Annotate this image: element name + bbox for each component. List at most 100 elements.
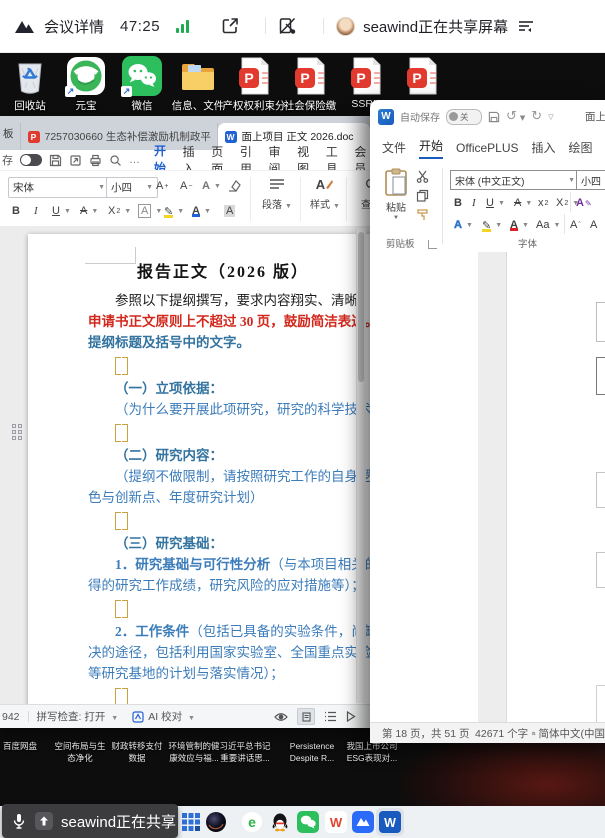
char-shading-icon[interactable]: A bbox=[224, 202, 235, 220]
clipboard-dialog-launcher[interactable] bbox=[428, 240, 437, 249]
desktop-icon-pdf[interactable]: P产权权利束分 bbox=[226, 56, 282, 116]
qat-more-icon[interactable]: ▽ bbox=[548, 113, 553, 121]
styles-menu-button[interactable]: A 样式▼ bbox=[304, 175, 346, 211]
taskbar-icon-dark-browser[interactable] bbox=[205, 811, 227, 833]
desktop-icon-yuanbao[interactable]: ↗元宝 bbox=[58, 56, 114, 116]
meeting-details-button[interactable]: 会议详情 bbox=[44, 16, 104, 37]
phonetic-guide-icon[interactable]: A▼ bbox=[138, 202, 162, 220]
page-view-icon[interactable] bbox=[297, 708, 315, 725]
font-name-select[interactable]: 宋体 (中文正文)▼ bbox=[450, 170, 580, 190]
content-field-box[interactable] bbox=[596, 302, 605, 342]
content-control-brackets[interactable] bbox=[88, 596, 370, 621]
taskbar-icon-wechat[interactable] bbox=[297, 811, 319, 833]
desktop-icon-folder[interactable]: 信息、文件 bbox=[170, 56, 226, 116]
highlight-icon[interactable]: ✎▼ bbox=[482, 217, 502, 233]
change-case-icon[interactable]: Aa▼ bbox=[536, 217, 560, 233]
word-doc-title-fragment: 面上 bbox=[585, 109, 605, 124]
member-list-icon[interactable] bbox=[518, 19, 534, 33]
content-control-brackets[interactable] bbox=[88, 508, 370, 533]
italic-icon[interactable]: I bbox=[472, 195, 476, 211]
export-icon[interactable] bbox=[69, 154, 82, 167]
scrollbar-thumb[interactable] bbox=[358, 232, 364, 382]
grow2-icon[interactable]: Aˆ bbox=[570, 217, 581, 233]
qat-more-icon[interactable]: … bbox=[129, 154, 141, 166]
taskbar-icon-start-grid[interactable] bbox=[180, 811, 202, 833]
copy-icon[interactable] bbox=[416, 189, 429, 202]
content-control-brackets[interactable] bbox=[88, 353, 370, 378]
text-effect-icon[interactable]: A▼ bbox=[202, 177, 221, 195]
outline-view-icon[interactable] bbox=[324, 711, 337, 722]
undo-icon[interactable]: ↺▼ bbox=[506, 109, 525, 124]
underline-icon[interactable]: U▼ bbox=[486, 195, 505, 211]
subscript-icon[interactable]: x2 bbox=[538, 195, 548, 211]
underline-icon[interactable]: U▼ bbox=[52, 202, 71, 220]
autosave-toggle[interactable] bbox=[20, 154, 42, 166]
taskbar-icon-qq[interactable] bbox=[269, 811, 291, 833]
taskbar-icon-word[interactable]: W bbox=[376, 808, 404, 836]
word-menu-OfficePLUS[interactable]: OfficePLUS bbox=[456, 141, 518, 155]
shrink-font-icon[interactable]: A− bbox=[180, 177, 192, 195]
share-screen-icon[interactable] bbox=[221, 17, 239, 35]
content-field-box[interactable] bbox=[596, 685, 605, 723]
font-size-select[interactable]: 小四▼ bbox=[106, 177, 158, 198]
desktop-icon-pdf[interactable]: P社会保险缴 bbox=[282, 56, 338, 116]
preview-icon[interactable] bbox=[109, 154, 122, 167]
word-document-page[interactable] bbox=[506, 252, 605, 722]
content-field-box[interactable] bbox=[596, 357, 605, 395]
word-menu-文件[interactable]: 文件 bbox=[382, 139, 406, 156]
word-menu-绘图[interactable]: 绘图 bbox=[569, 139, 593, 156]
wps-tab-fragment[interactable]: 板 bbox=[3, 126, 14, 141]
wps-vertical-scrollbar[interactable] bbox=[356, 228, 366, 703]
content-field-box[interactable] bbox=[596, 552, 605, 588]
word-menu-插入[interactable]: 插入 bbox=[532, 139, 556, 156]
document-page[interactable]: 报告正文（2026 版） 参照以下提纲撰写，要求内容翔实、清晰，层次分申请书正文… bbox=[28, 234, 370, 705]
print-icon[interactable] bbox=[89, 154, 102, 167]
word-count[interactable]: 42671 个字 bbox=[475, 726, 528, 741]
cut-icon[interactable] bbox=[416, 170, 429, 183]
language-indicator[interactable]: 简体中文(中国 bbox=[539, 726, 605, 741]
grow-font-icon[interactable]: A+ bbox=[156, 177, 168, 195]
font-name-select[interactable]: 宋体▼ bbox=[8, 177, 110, 198]
bold-icon[interactable]: B bbox=[12, 202, 20, 220]
annotation-off-icon[interactable] bbox=[278, 17, 297, 35]
wps-document-area[interactable]: 报告正文（2026 版） 参照以下提纲撰写，要求内容翔实、清晰，层次分申请书正文… bbox=[0, 226, 370, 705]
italic-icon[interactable]: I bbox=[34, 202, 38, 220]
taskbar-icon-browser-360[interactable]: e bbox=[241, 811, 263, 833]
clear-format-icon[interactable] bbox=[228, 177, 241, 195]
save-icon[interactable] bbox=[49, 154, 62, 167]
content-control-brackets[interactable] bbox=[88, 420, 370, 445]
strikethrough-icon[interactable]: A▼ bbox=[514, 195, 532, 211]
desktop-icon-recycle-bin[interactable]: 回收站 bbox=[2, 56, 58, 116]
proofing-icon[interactable] bbox=[532, 728, 536, 739]
autosave-toggle[interactable]: 关 bbox=[446, 109, 482, 125]
text-effects-icon[interactable]: A✎ bbox=[576, 195, 592, 211]
spellcheck-status[interactable]: 拼写检查: 打开 ▼ bbox=[37, 709, 119, 724]
font-color-red-icon[interactable]: A▼ bbox=[510, 217, 529, 233]
content-control-brackets[interactable] bbox=[88, 684, 370, 705]
desktop-icon-wechat[interactable]: ↗微信 bbox=[114, 56, 170, 116]
font-color-icon[interactable]: A▼ bbox=[192, 202, 211, 220]
block-drag-handle[interactable] bbox=[12, 424, 22, 440]
wordart-icon[interactable]: A▼ bbox=[454, 217, 473, 233]
superscript-icon[interactable]: X2▼ bbox=[108, 202, 131, 220]
save-icon[interactable] bbox=[488, 111, 500, 123]
redo-icon[interactable]: ↻ bbox=[531, 109, 542, 124]
eye-icon[interactable] bbox=[274, 712, 288, 722]
word-document-area[interactable] bbox=[370, 252, 605, 722]
bold-icon[interactable]: B bbox=[454, 195, 462, 211]
strikethrough-icon[interactable]: A▼ bbox=[80, 202, 98, 220]
ai-proof-button[interactable]: AI 校对 ▼ bbox=[148, 709, 195, 724]
paragraph-menu-button[interactable]: 段落▼ bbox=[256, 175, 298, 211]
navigation-pane[interactable] bbox=[370, 252, 479, 722]
word-menu-开始[interactable]: 开始 bbox=[419, 137, 443, 159]
highlight-icon[interactable]: ✎▼ bbox=[164, 202, 184, 220]
font-size-select[interactable]: 小四▼ bbox=[576, 170, 605, 190]
page-indicator[interactable]: 第 18 页，共 51 页 bbox=[382, 726, 470, 741]
paste-button[interactable]: 粘贴 ▼ bbox=[384, 168, 408, 221]
read-mode-icon[interactable] bbox=[346, 711, 356, 722]
shrink2-icon[interactable]: A bbox=[590, 217, 597, 233]
taskbar-icon-wps-office[interactable]: W bbox=[325, 811, 347, 833]
taskbar-icon-tencent-meeting[interactable] bbox=[352, 811, 374, 833]
content-field-box[interactable] bbox=[596, 472, 605, 508]
format-painter-icon[interactable] bbox=[416, 208, 429, 221]
